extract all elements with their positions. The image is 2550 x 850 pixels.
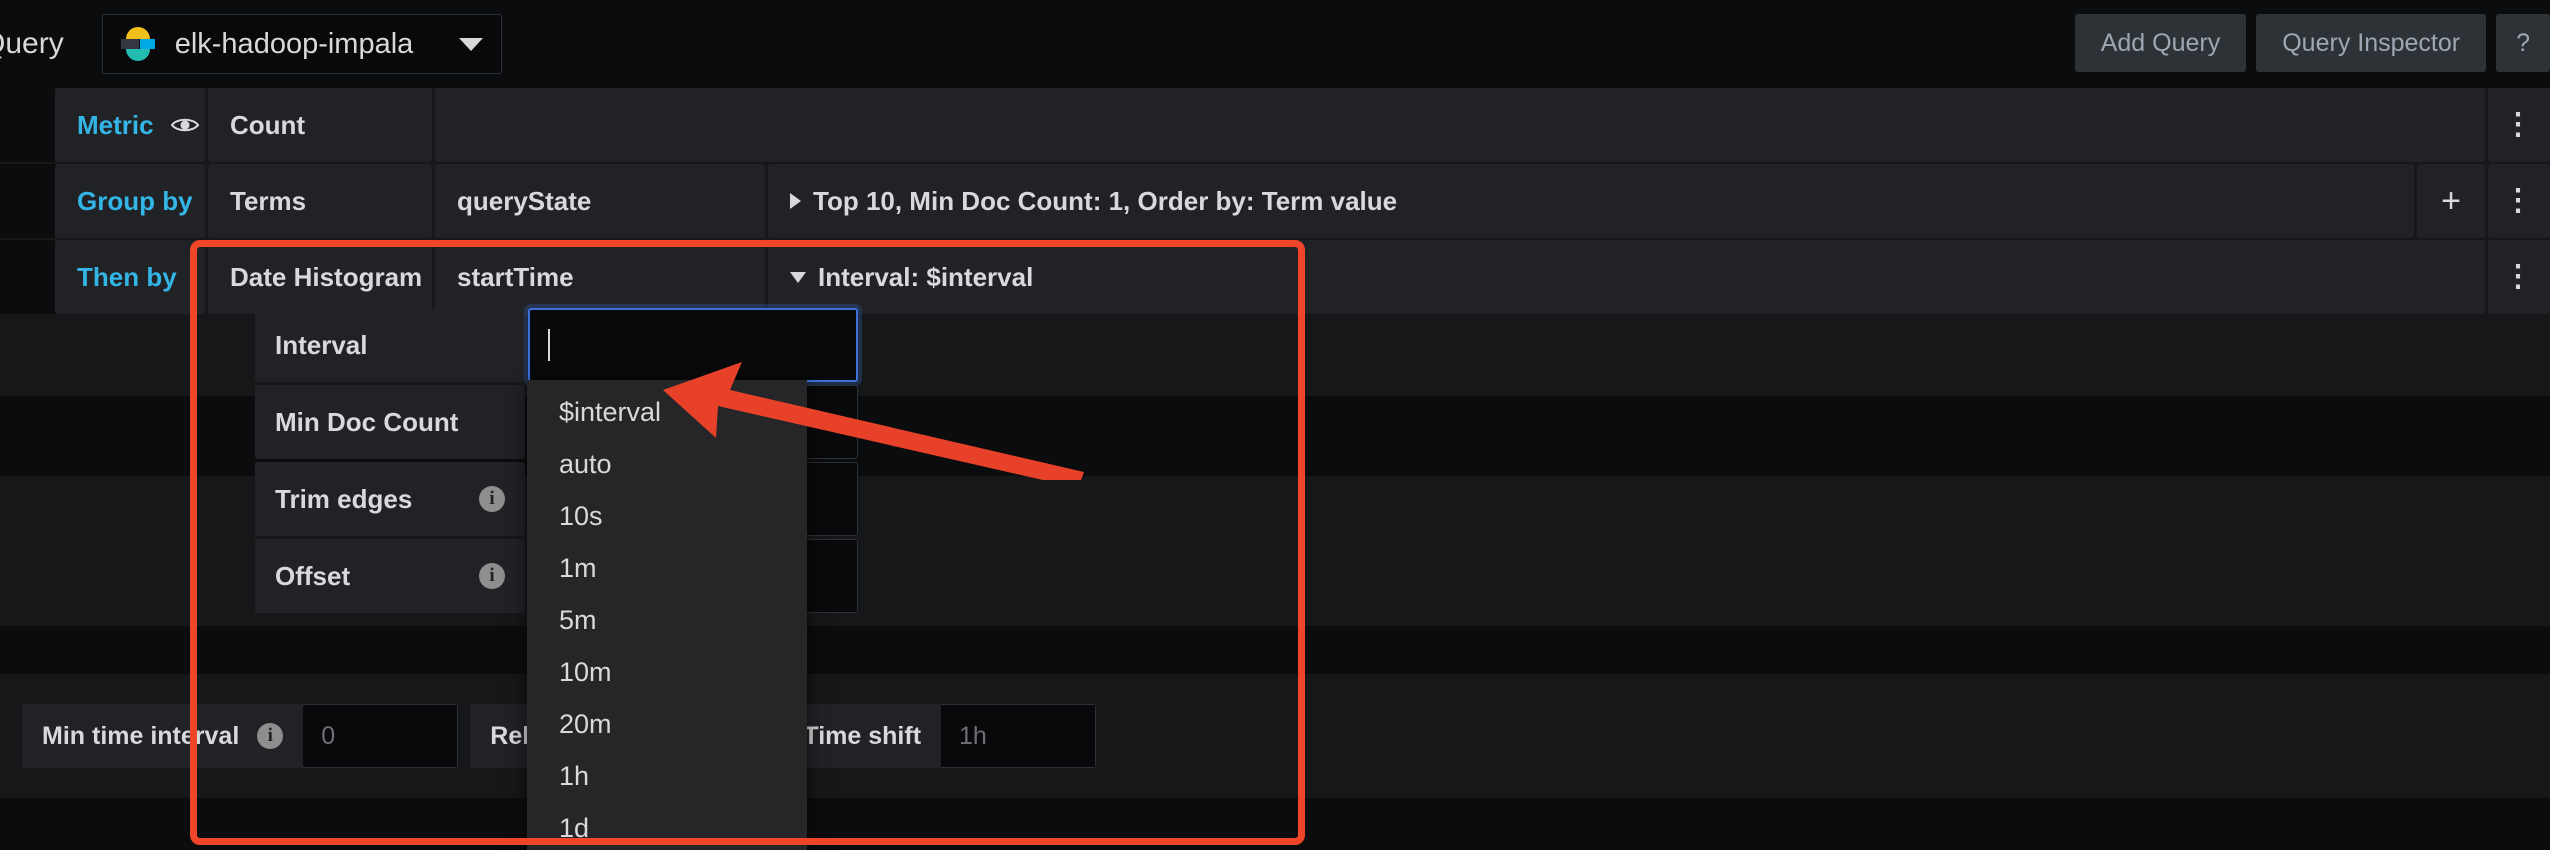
- datasource-picker[interactable]: elk-hadoop-impala: [101, 14, 502, 74]
- time-shift-input[interactable]: 1h: [941, 704, 1097, 768]
- help-button[interactable]: ?: [2496, 14, 2550, 72]
- dropdown-option-5m[interactable]: 5m: [527, 594, 807, 646]
- min-time-interval-input[interactable]: 0: [303, 704, 459, 768]
- query-editor-rows: Metric Count ⋮ Group by Terms queryState: [0, 88, 2550, 316]
- chevron-down-icon: [458, 37, 483, 51]
- elasticsearch-logo-icon: [120, 27, 155, 61]
- min-time-interval-label: Min time interval i: [22, 704, 304, 768]
- then-by-row-menu[interactable]: ⋮: [2488, 240, 2550, 314]
- then-by-row-label[interactable]: Then by: [55, 240, 205, 314]
- query-row-group-by: Group by Terms queryState Top 10, Min Do…: [0, 164, 2550, 238]
- header-actions: Add Query Query Inspector ?: [2074, 14, 2550, 72]
- query-header: Query elk-hadoop-impala Add Query Query …: [0, 0, 2550, 88]
- dropdown-option-20m[interactable]: 20m: [527, 698, 807, 750]
- spacer-band-2: [0, 626, 2550, 674]
- interval-label-text: Interval: [275, 329, 368, 360]
- dropdown-option-1d[interactable]: 1d: [527, 802, 807, 850]
- info-icon[interactable]: i: [479, 486, 505, 512]
- more-vert-icon: ⋮: [2503, 184, 2535, 217]
- query-row-metric: Metric Count ⋮: [0, 88, 2550, 162]
- more-vert-icon: ⋮: [2503, 108, 2535, 141]
- dropdown-option-10m[interactable]: 10m: [527, 646, 807, 698]
- info-icon[interactable]: i: [479, 563, 505, 589]
- then-by-settings-text: Interval: $interval: [818, 261, 1034, 292]
- group-by-aggregation[interactable]: Terms: [208, 164, 432, 238]
- time-shift-label-text: Time shift: [803, 721, 922, 750]
- time-shift-label: Time shift: [783, 704, 942, 768]
- info-icon[interactable]: i: [257, 723, 284, 749]
- group-by-field[interactable]: queryState: [435, 164, 765, 238]
- min-doc-count-label-text: Min Doc Count: [275, 406, 459, 437]
- query-section-title: Query: [0, 27, 64, 60]
- add-group-by-button[interactable]: +: [2417, 164, 2485, 238]
- dropdown-option-10s[interactable]: 10s: [527, 490, 807, 542]
- dropdown-option-interval[interactable]: $interval: [527, 386, 807, 438]
- chevron-right-icon: [790, 193, 801, 209]
- group-by-label-text: Group by: [77, 185, 193, 216]
- eye-icon[interactable]: [170, 115, 200, 135]
- row-indent: [0, 240, 55, 314]
- group-by-settings[interactable]: Top 10, Min Doc Count: 1, Order by: Term…: [768, 164, 2414, 238]
- more-vert-icon: ⋮: [2503, 260, 2535, 293]
- text-cursor: [548, 329, 550, 361]
- metric-row-label[interactable]: Metric: [55, 88, 205, 162]
- dropdown-option-1h[interactable]: 1h: [527, 750, 807, 802]
- setting-row-interval: Interval: [255, 308, 1255, 382]
- min-time-interval-label-text: Min time interval: [42, 721, 240, 750]
- footer-band: [0, 798, 2550, 850]
- add-query-button[interactable]: Add Query: [2074, 14, 2247, 72]
- query-inspector-button[interactable]: Query Inspector: [2256, 14, 2487, 72]
- group-by-settings-text: Top 10, Min Doc Count: 1, Order by: Term…: [813, 185, 1398, 216]
- interval-input[interactable]: [528, 308, 858, 382]
- offset-label: Offset i: [255, 539, 525, 613]
- trim-edges-label-text: Trim edges: [275, 483, 413, 514]
- then-by-settings[interactable]: Interval: $interval: [768, 240, 2485, 314]
- row-indent: [0, 88, 55, 162]
- metric-label-text: Metric: [77, 109, 154, 140]
- trim-edges-label: Trim edges i: [255, 462, 525, 536]
- dropdown-option-1m[interactable]: 1m: [527, 542, 807, 594]
- offset-label-text: Offset: [275, 560, 351, 591]
- query-row-then-by: Then by Date Histogram startTime Interva…: [0, 240, 2550, 314]
- datasource-name: elk-hadoop-impala: [174, 27, 414, 60]
- min-time-interval-group: Min time interval i 0: [22, 704, 459, 768]
- dropdown-option-auto[interactable]: auto: [527, 438, 807, 490]
- plus-icon: +: [2441, 182, 2461, 220]
- row-indent: [0, 164, 55, 238]
- query-options-bar: Min time interval i 0 Relat Time shift 1…: [0, 700, 2550, 772]
- metric-settings[interactable]: [435, 88, 2485, 162]
- interval-label: Interval: [255, 308, 525, 382]
- grafana-query-editor-screen: Query elk-hadoop-impala Add Query Query …: [0, 0, 2550, 850]
- then-by-label-text: Then by: [77, 261, 177, 292]
- chevron-down-icon: [790, 271, 806, 283]
- min-doc-count-label: Min Doc Count: [255, 385, 525, 459]
- metric-aggregation[interactable]: Count: [208, 88, 432, 162]
- then-by-aggregation[interactable]: Date Histogram: [208, 240, 432, 314]
- group-by-row-label[interactable]: Group by: [55, 164, 205, 238]
- group-by-row-menu[interactable]: ⋮: [2488, 164, 2550, 238]
- then-by-field[interactable]: startTime: [435, 240, 765, 314]
- interval-options-dropdown[interactable]: $interval auto 10s 1m 5m 10m 20m 1h 1d: [527, 380, 807, 850]
- metric-row-menu[interactable]: ⋮: [2488, 88, 2550, 162]
- time-shift-group: Time shift 1h: [783, 704, 1097, 768]
